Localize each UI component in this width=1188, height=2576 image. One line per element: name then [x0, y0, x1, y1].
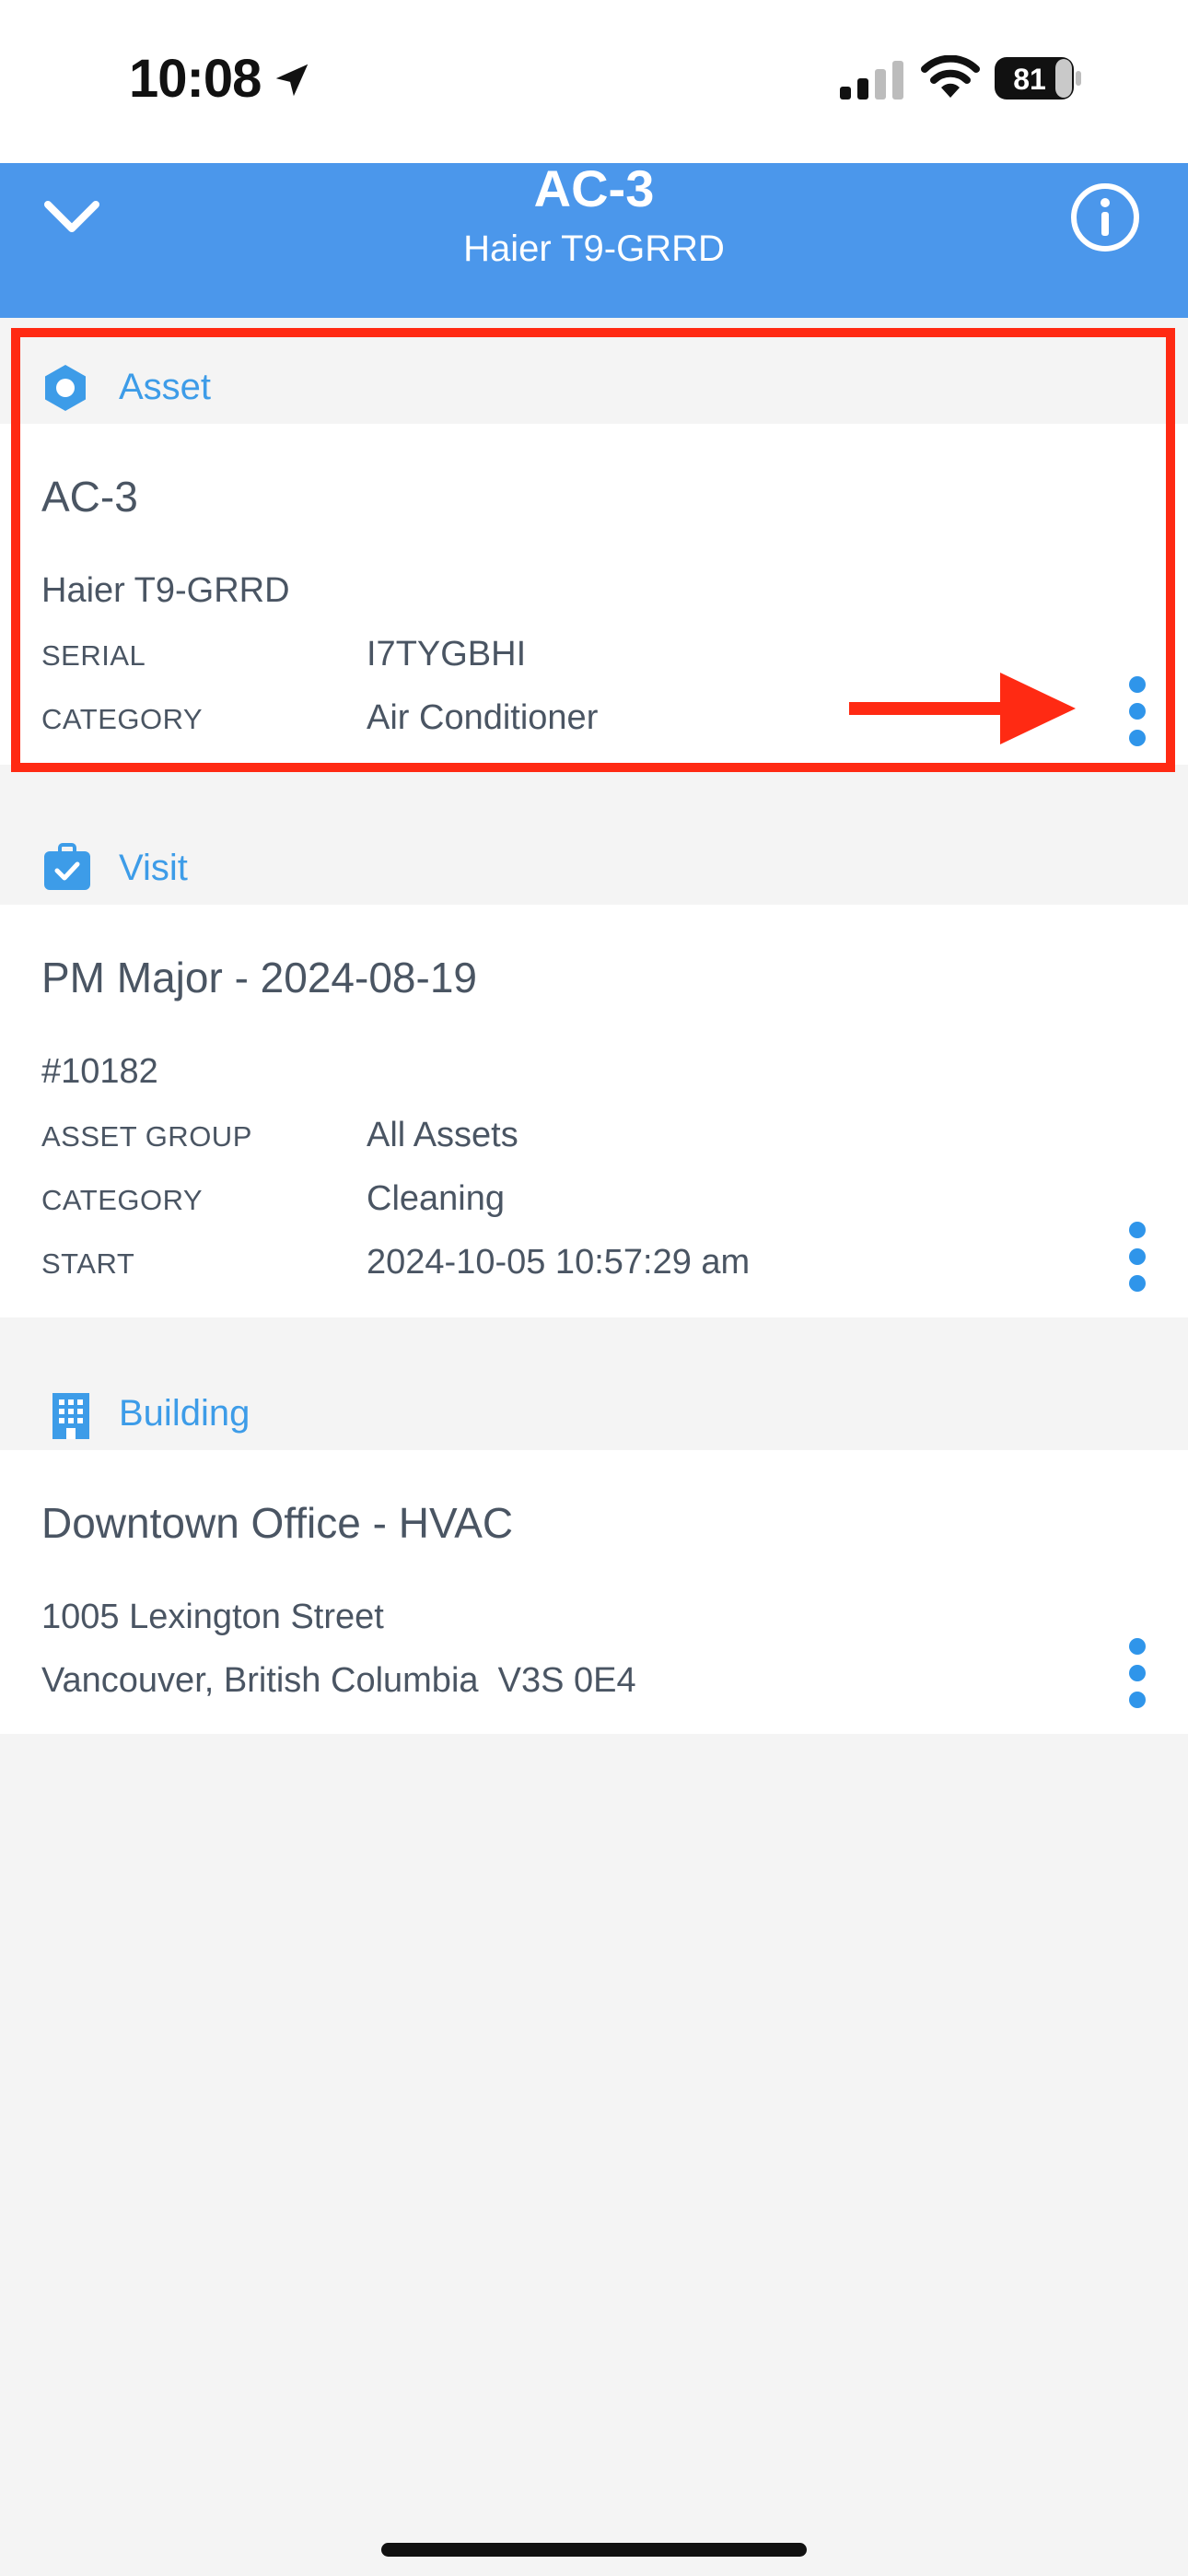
visit-card[interactable]: PM Major - 2024-08-19 #10182 ASSET GROUP… [0, 905, 1188, 1317]
building-card[interactable]: Downtown Office - HVAC 1005 Lexington St… [0, 1450, 1188, 1734]
signal-icon [840, 61, 903, 100]
battery-level: 81 [1013, 63, 1046, 96]
visit-category-value: Cleaning [367, 1179, 505, 1218]
visit-title: PM Major - 2024-08-19 [41, 954, 477, 1001]
asset-group-value: All Assets [367, 1116, 518, 1154]
building-icon [52, 1393, 89, 1439]
highlight-box [11, 328, 1175, 772]
visit-number: #10182 [41, 1052, 158, 1091]
address-line-2: Vancouver, British Columbia V3S 0E4 [41, 1661, 636, 1700]
location-arrow-icon [275, 64, 309, 97]
asset-group-label: ASSET GROUP [41, 1120, 252, 1153]
more-vertical-icon[interactable] [1129, 1222, 1147, 1302]
wifi-icon [921, 55, 980, 98]
section-label-building: Building [119, 1393, 250, 1434]
building-title: Downtown Office - HVAC [41, 1499, 514, 1547]
header-subtitle: Haier T9-GRRD [463, 228, 725, 269]
section-label-visit: Visit [119, 848, 188, 888]
address-line-1: 1005 Lexington Street [41, 1598, 384, 1636]
battery-icon: 81 [995, 57, 1081, 100]
more-vertical-icon[interactable] [1129, 1638, 1147, 1718]
start-value: 2024-10-05 10:57:29 am [367, 1243, 751, 1282]
briefcase-check-icon [44, 843, 90, 890]
visit-category-label: CATEGORY [41, 1184, 204, 1216]
status-time: 10:08 [129, 49, 262, 109]
info-icon[interactable] [1068, 181, 1142, 254]
header-title: AC-3 [533, 159, 655, 217]
home-indicator[interactable] [381, 2543, 807, 2557]
start-label: START [41, 1247, 135, 1280]
